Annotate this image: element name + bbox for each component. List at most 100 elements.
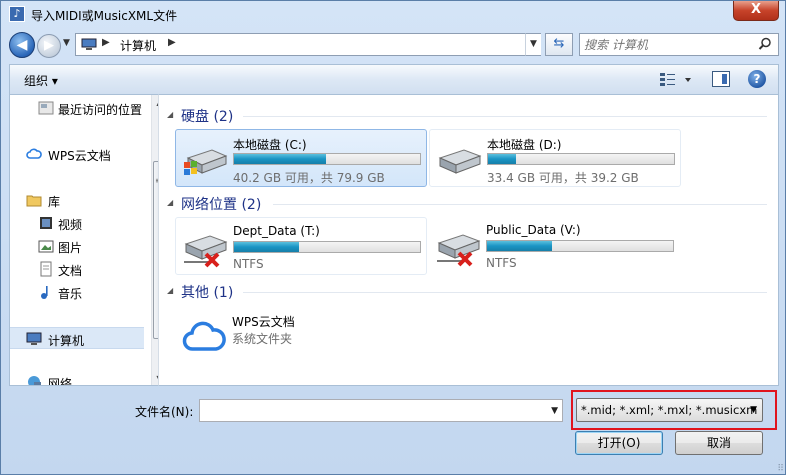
resize-grip-icon[interactable]: ⠿ (777, 465, 784, 474)
navigation-bar: ◀ ▶ ▼ ▶ 计算机 ▶ ▼ ⇆ (1, 29, 785, 61)
drive-v[interactable]: Public_Data (V:) NTFS (429, 217, 681, 275)
sidebar-item-label: 最近访问的位置 (58, 103, 143, 117)
group-title: 硬盘 (2) (181, 109, 234, 125)
drive-usage-fill (487, 241, 553, 251)
drive-d[interactable]: 本地磁盘 (D:) 33.4 GB 可用，共 39.2 GB (429, 129, 681, 187)
open-button[interactable]: 打开(O) (575, 431, 663, 455)
music-icon (41, 286, 48, 299)
disconnected-network-drive-icon (437, 234, 481, 267)
navigation-pane: 最近访问的位置 WPS云文档 库 视频 图片 文档 音乐 计算机 网络 (9, 94, 158, 386)
collapse-triangle-icon[interactable]: ◢ (167, 110, 173, 119)
refresh-button[interactable]: ⇆ (545, 33, 573, 56)
drive-t[interactable]: Dept_Data (T:) NTFS (175, 217, 427, 275)
sidebar-scrollbar[interactable]: ▲ ≡ ▼ (151, 95, 158, 385)
close-button[interactable]: X (733, 1, 779, 21)
sidebar-item-label: 网络 (48, 377, 73, 386)
command-toolbar: 组织 ▾ ? (9, 64, 779, 94)
address-bar[interactable]: ▶ 计算机 ▶ (75, 33, 541, 56)
drive-c[interactable]: 本地磁盘 (C:) 40.2 GB 可用，共 79.9 GB (175, 129, 427, 187)
library-icon (26, 195, 42, 207)
sidebar-item-label: 文档 (58, 264, 83, 278)
drive-usage-bar (487, 153, 675, 165)
cloud-icon (182, 321, 226, 351)
preview-pane-icon[interactable] (712, 71, 730, 87)
organize-menu[interactable]: 组织 ▾ (24, 72, 58, 89)
sidebar-item-wps-cloud[interactable]: WPS云文档 (10, 143, 144, 165)
sidebar-item-library[interactable]: 库 (10, 189, 144, 211)
filename-combobox[interactable]: ▼ (199, 399, 563, 422)
drive-usage-fill (234, 242, 300, 252)
folder-type: 系统文件夹 (232, 332, 293, 346)
title-bar: ♪ 导入MIDI或MusicXML文件 X (1, 1, 785, 29)
group-header-network[interactable]: ◢ 网络位置 (2) (167, 193, 767, 213)
sidebar-item-documents[interactable]: 文档 (10, 258, 144, 280)
sidebar-item-label: 图片 (58, 241, 83, 255)
drive-name: 本地磁盘 (C:) (233, 138, 307, 152)
network-icon (28, 376, 41, 385)
drive-usage-bar (233, 241, 421, 253)
sidebar-item-network[interactable]: 网络 (10, 371, 144, 386)
group-header-hard-disks[interactable]: ◢ 硬盘 (2) (167, 105, 767, 125)
open-file-dialog: ♪ 导入MIDI或MusicXML文件 X ◀ ▶ ▼ ▶ 计算机 ▶ ▼ ⇆ (0, 0, 786, 475)
wps-cloud-folder[interactable]: WPS云文档 系统文件夹 (175, 307, 427, 365)
group-header-other[interactable]: ◢ 其他 (1) (167, 281, 767, 301)
file-list-pane: ◢ 硬盘 (2) 本地磁盘 (C:) 40.2 GB 可用，共 79.9 GB … (158, 94, 779, 386)
music-note-icon: ♪ (9, 6, 25, 22)
recent-places-icon (38, 101, 54, 115)
computer-icon (81, 38, 97, 50)
breadcrumb-separator-icon[interactable]: ▶ (102, 37, 110, 48)
computer-icon (26, 332, 42, 345)
sidebar-item-label: 计算机 (48, 334, 85, 348)
drive-name: Public_Data (V:) (486, 223, 581, 237)
disconnected-network-drive-icon (184, 235, 228, 268)
search-input[interactable] (584, 36, 754, 53)
search-box[interactable] (579, 33, 779, 56)
drive-filesystem: NTFS (233, 257, 264, 271)
drive-name: 本地磁盘 (D:) (487, 138, 562, 152)
group-divider (273, 204, 767, 205)
sidebar-item-recent[interactable]: 最近访问的位置 (10, 97, 144, 119)
filename-label: 文件名(N): (135, 405, 194, 419)
sidebar-item-video[interactable]: 视频 (10, 212, 144, 234)
collapse-triangle-icon[interactable]: ◢ (167, 198, 173, 207)
video-icon (40, 217, 52, 229)
group-divider (243, 116, 767, 117)
sidebar-item-label: 库 (48, 195, 61, 209)
filename-input[interactable] (203, 402, 543, 419)
group-title: 网络位置 (2) (181, 197, 262, 213)
group-title: 其他 (1) (181, 285, 234, 301)
sidebar-item-music[interactable]: 音乐 (10, 281, 144, 303)
breadcrumb-separator-icon[interactable]: ▶ (168, 37, 176, 48)
sidebar-item-label: WPS云文档 (48, 149, 111, 163)
pictures-icon (38, 240, 54, 253)
folder-name: WPS云文档 (232, 315, 295, 329)
group-divider (243, 292, 767, 293)
sidebar-item-pictures[interactable]: 图片 (10, 235, 144, 257)
change-view-icon[interactable] (658, 71, 696, 89)
file-type-value: *.mid; *.xml; *.mxl; *.musicxm (581, 403, 758, 417)
file-type-filter[interactable]: *.mid; *.xml; *.mxl; *.musicxm ▼ (576, 398, 763, 422)
hard-drive-icon (438, 149, 482, 174)
collapse-triangle-icon[interactable]: ◢ (167, 286, 173, 295)
back-button[interactable]: ◀ (9, 32, 35, 58)
sidebar-item-label: 视频 (58, 218, 83, 232)
window-title: 导入MIDI或MusicXML文件 (31, 9, 178, 23)
history-dropdown-icon[interactable]: ▼ (63, 38, 70, 48)
cloud-icon (26, 148, 42, 159)
address-dropdown-icon[interactable]: ▼ (525, 33, 541, 56)
breadcrumb-computer[interactable]: 计算机 (120, 37, 156, 54)
drive-name: Dept_Data (T:) (233, 224, 320, 238)
drive-usage-bar (486, 240, 674, 252)
forward-button[interactable]: ▶ (37, 34, 61, 58)
cancel-button[interactable]: 取消 (675, 431, 763, 455)
search-icon[interactable] (758, 37, 772, 51)
windows-drive-icon (184, 149, 228, 175)
filename-dropdown-icon[interactable]: ▼ (551, 406, 558, 416)
sidebar-item-label: 音乐 (58, 287, 83, 301)
help-icon[interactable]: ? (748, 70, 766, 88)
sidebar-item-computer[interactable]: 计算机 (10, 327, 144, 349)
drive-filesystem: NTFS (486, 256, 517, 270)
drive-usage-fill (234, 154, 327, 164)
chevron-down-icon[interactable]: ▼ (750, 405, 757, 415)
drive-usage-bar (233, 153, 421, 165)
